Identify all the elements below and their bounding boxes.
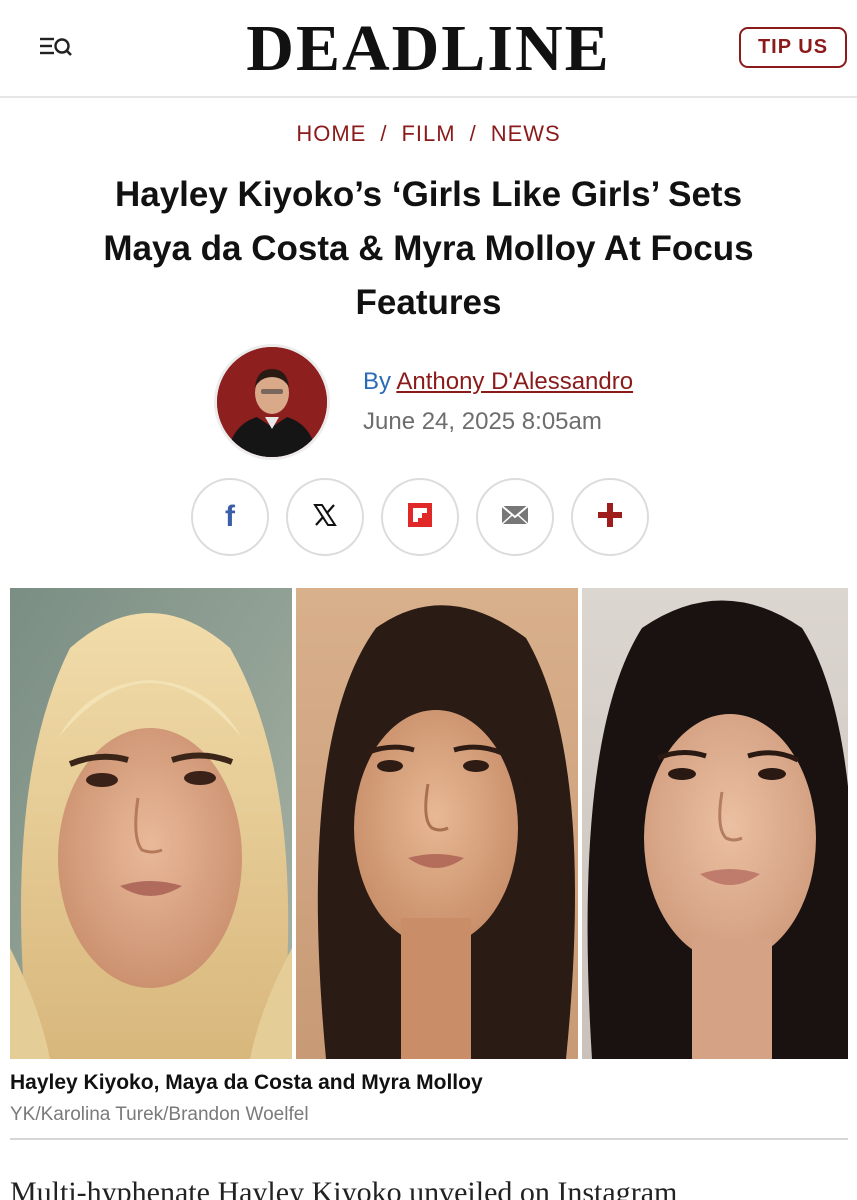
portrait-maya-da-costa	[296, 588, 578, 1059]
breadcrumb-film[interactable]: FILM	[401, 121, 455, 146]
x-icon	[311, 501, 339, 534]
x-share-button[interactable]	[286, 478, 364, 556]
breadcrumb-home[interactable]: HOME	[296, 121, 366, 146]
top-bar: DEADLINE TIP US	[0, 0, 857, 98]
portrait-hayley-kiyoko	[10, 588, 292, 1059]
facebook-icon: f	[225, 500, 235, 533]
site-logo[interactable]: DEADLINE	[0, 14, 857, 84]
image-caption: Hayley Kiyoko, Maya da Costa and Myra Mo…	[10, 1071, 483, 1094]
headline-line: Hayley Kiyoko’s ‘Girls Like Girls’ Sets	[114, 175, 743, 214]
more-share-button[interactable]	[571, 478, 649, 556]
breadcrumb-news[interactable]: NEWS	[491, 121, 561, 146]
byline: By Anthony D'Alessandro	[363, 368, 633, 396]
author-link[interactable]: Anthony D'Alessandro	[396, 368, 633, 395]
email-share-button[interactable]	[476, 478, 554, 556]
byline-prefix: By	[363, 368, 392, 395]
image-credit: YK/Karolina Turek/Brandon Woelfel	[10, 1104, 309, 1125]
headline-line: Maya da Costa & Myra Molloy At Focus	[103, 229, 754, 268]
facebook-share-button[interactable]: f	[191, 478, 269, 556]
article-body: Multi-hyphenate Hayley Kiyoko unveiled o…	[10, 1176, 678, 1200]
article-hero-image[interactable]	[10, 588, 848, 1059]
flipboard-share-button[interactable]	[381, 478, 459, 556]
article-headline: Hayley Kiyoko’s ‘Girls Like Girls’ Sets …	[30, 168, 827, 330]
breadcrumb: HOME / FILM / NEWS	[0, 121, 857, 147]
portrait-myra-molloy	[582, 588, 848, 1059]
share-buttons: f	[191, 478, 651, 556]
plus-icon	[596, 501, 624, 534]
publish-date: June 24, 2025 8:05am	[363, 408, 602, 435]
flipboard-icon	[406, 501, 434, 534]
divider	[10, 1138, 848, 1140]
email-icon	[501, 504, 529, 531]
tip-us-button[interactable]: TIP US	[739, 27, 847, 68]
breadcrumb-separator: /	[469, 121, 477, 146]
breadcrumb-separator: /	[380, 121, 388, 146]
headline-line: Features	[355, 283, 502, 322]
author-avatar[interactable]	[214, 344, 330, 460]
